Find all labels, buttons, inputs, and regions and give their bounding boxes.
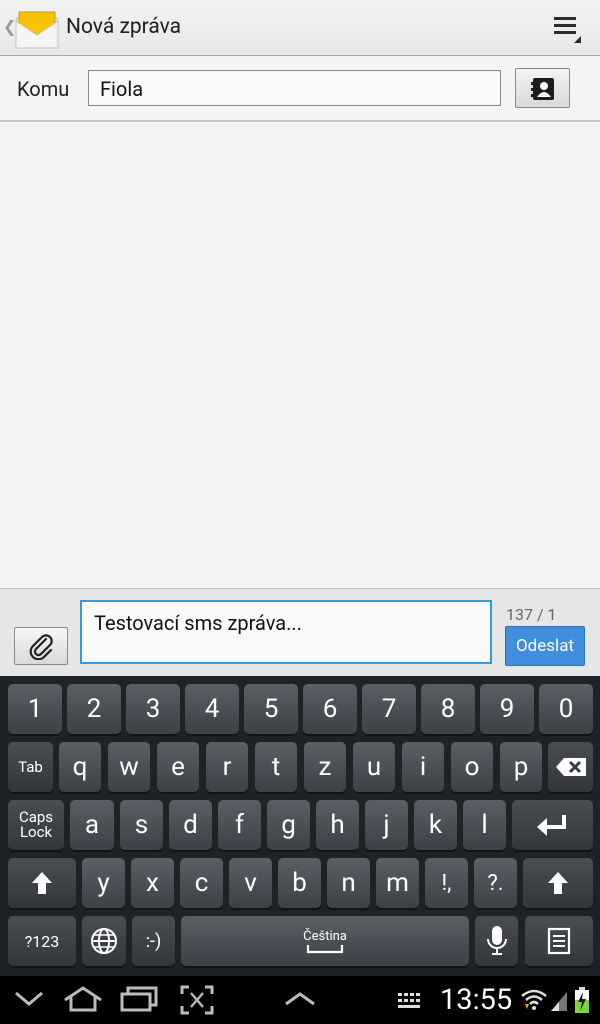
key-n[interactable]: n	[327, 858, 370, 908]
key-p[interactable]: p	[500, 742, 542, 792]
key-1[interactable]: 1	[8, 684, 62, 734]
key-0[interactable]: 0	[539, 684, 593, 734]
emoticon-key[interactable]: :-)	[132, 916, 175, 966]
key-j[interactable]: j	[365, 800, 408, 850]
key-4[interactable]: 4	[185, 684, 239, 734]
shift-key-right[interactable]	[523, 858, 593, 908]
key-question-period[interactable]: ?.	[474, 858, 517, 908]
recipient-row: Komu Fiola	[0, 56, 600, 122]
enter-key[interactable]	[512, 800, 593, 850]
keyboard: 1 2 3 4 5 6 7 8 9 0 Tab q w e r t z u i …	[0, 676, 600, 976]
compose-bar: Testovací sms zpráva... 137 / 1 Odeslat	[0, 588, 600, 676]
key-g[interactable]: g	[267, 800, 310, 850]
key-s[interactable]: s	[120, 800, 163, 850]
action-bar: ❮ Nová zpráva	[0, 0, 600, 56]
message-thread-area	[0, 122, 600, 588]
key-i[interactable]: i	[402, 742, 444, 792]
character-counter: 137 / 1	[506, 605, 557, 624]
key-f[interactable]: f	[218, 800, 261, 850]
key-8[interactable]: 8	[421, 684, 475, 734]
screenshot-icon[interactable]	[180, 985, 214, 1015]
voice-input-key[interactable]	[475, 916, 518, 966]
key-r[interactable]: r	[206, 742, 248, 792]
key-k[interactable]: k	[414, 800, 457, 850]
key-t[interactable]: t	[255, 742, 297, 792]
symbols-key[interactable]: ?123	[8, 916, 76, 966]
key-9[interactable]: 9	[480, 684, 534, 734]
recent-apps-icon[interactable]	[120, 986, 158, 1012]
key-5[interactable]: 5	[244, 684, 298, 734]
signal-icon	[551, 992, 567, 1011]
system-bar: 13:55	[0, 976, 600, 1024]
attach-button[interactable]	[14, 627, 68, 665]
shift-icon	[548, 872, 568, 894]
key-w[interactable]: w	[108, 742, 150, 792]
key-3[interactable]: 3	[126, 684, 180, 734]
clock: 13:55	[440, 983, 513, 1017]
key-y[interactable]: y	[82, 858, 125, 908]
key-m[interactable]: m	[376, 858, 419, 908]
globe-icon	[91, 928, 117, 954]
clipboard-icon	[547, 927, 571, 955]
enter-icon	[536, 815, 566, 836]
key-e[interactable]: e	[157, 742, 199, 792]
key-h[interactable]: h	[316, 800, 359, 850]
wifi-icon	[521, 989, 547, 1010]
key-l[interactable]: l	[463, 800, 506, 850]
tab-key[interactable]: Tab	[8, 742, 53, 792]
key-q[interactable]: q	[59, 742, 101, 792]
clipboard-key[interactable]	[525, 916, 593, 966]
caps-label-line-2: Lock	[19, 823, 53, 841]
hide-keyboard-icon[interactable]	[14, 990, 44, 1008]
key-u[interactable]: u	[353, 742, 395, 792]
key-a[interactable]: a	[70, 800, 114, 850]
key-6[interactable]: 6	[303, 684, 357, 734]
key-v[interactable]: v	[229, 858, 272, 908]
message-input[interactable]: Testovací sms zpráva...	[80, 600, 492, 664]
key-7[interactable]: 7	[362, 684, 416, 734]
space-bar-icon	[306, 944, 344, 953]
key-z[interactable]: z	[304, 742, 346, 792]
key-x[interactable]: x	[131, 858, 174, 908]
space-key[interactable]: Čeština	[181, 916, 469, 966]
contacts-button[interactable]	[515, 68, 570, 108]
shift-icon	[32, 872, 52, 894]
message-envelope-icon[interactable]	[15, 8, 59, 50]
contact-book-icon	[531, 78, 554, 100]
space-key-language-label: Čeština	[303, 928, 347, 944]
home-icon[interactable]	[62, 986, 104, 1012]
keyboard-icon	[398, 993, 420, 1008]
send-button[interactable]: Odeslat	[505, 626, 585, 666]
caps-lock-key[interactable]: Caps Lock	[8, 800, 64, 850]
key-2[interactable]: 2	[67, 684, 121, 734]
key-c[interactable]: c	[180, 858, 223, 908]
backspace-key[interactable]	[548, 742, 593, 792]
paperclip-icon	[29, 634, 53, 660]
menu-up-icon[interactable]	[284, 992, 316, 1006]
language-key[interactable]	[82, 916, 126, 966]
page-title: Nová zpráva	[66, 15, 182, 39]
key-exclaim-comma[interactable]: !,	[425, 858, 468, 908]
key-d[interactable]: d	[169, 800, 212, 850]
backspace-icon	[555, 758, 586, 776]
microphone-icon	[486, 926, 507, 955]
shift-key-left[interactable]	[8, 858, 76, 908]
overflow-menu-icon[interactable]	[552, 14, 582, 44]
recipient-input[interactable]: Fiola	[88, 70, 501, 106]
recipient-label: Komu	[17, 77, 70, 101]
key-o[interactable]: o	[451, 742, 493, 792]
battery-charging-icon	[575, 987, 589, 1013]
key-b[interactable]: b	[278, 858, 321, 908]
